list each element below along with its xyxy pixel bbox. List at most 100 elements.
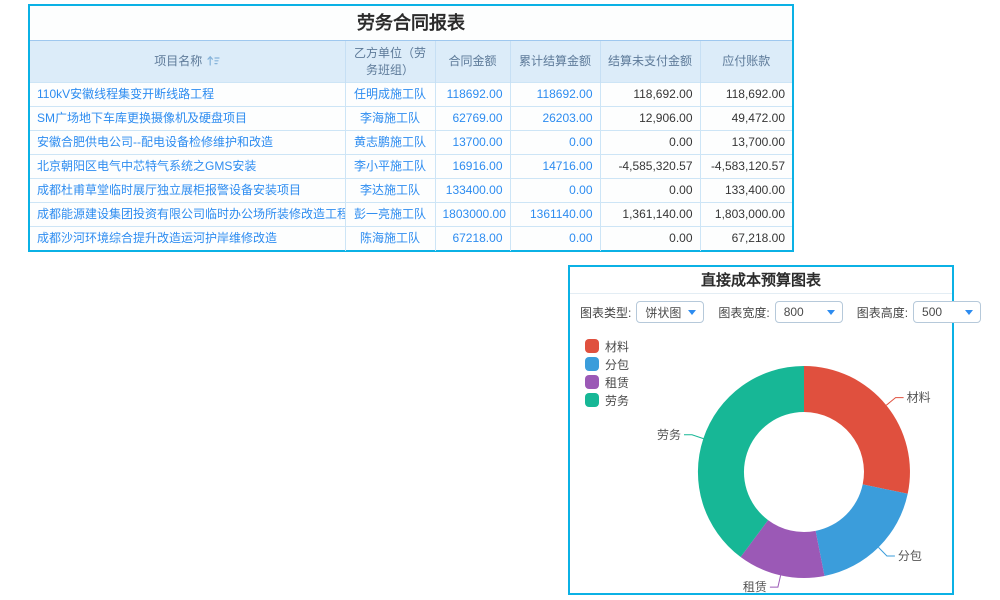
pie-slice-material[interactable] [804,366,910,494]
cell-unpaid-settlement: 0.00 [600,131,700,155]
pie-slice-subcontract[interactable] [816,484,908,576]
column-header-payable-amount: 应付账款 [700,41,792,83]
table-row: 成都能源建设集团投资有限公司临时办公场所装修改造工程EPC彭一亮施工队18030… [30,203,792,227]
column-header-settled-amount: 累计结算金额 [510,41,600,83]
cell-contractor-team: 彭一亮施工队 [345,203,435,227]
pie-label-subcontract: 分包 [898,549,922,563]
table-row: 成都杜甫草堂临时展厅独立展柜报警设备安装项目李达施工队133400.000.00… [30,179,792,203]
pie-label-labor: 劳务 [657,427,681,442]
cell-contract-amount: 118692.00 [435,83,510,107]
chart-type-select[interactable]: 饼状图 [636,301,704,323]
table-body: 110kV安徽线程集变开断线路工程任明成施工队118692.00118692.0… [30,83,792,251]
cell-contract-amount: 62769.00 [435,107,510,131]
cell-project-name[interactable]: 安徽合肥供电公司--配电设备检修维护和改造 [30,131,345,155]
cell-project-name[interactable]: 北京朝阳区电气中芯特气系统之GMS安装 [30,155,345,179]
chart-width-label: 图表宽度: [718,304,769,321]
cell-unpaid-settlement: -4,585,320.57 [600,155,700,179]
column-header-project-name[interactable]: 项目名称 [30,41,345,83]
chart-type-value: 饼状图 [645,304,681,321]
chart-height-label: 图表高度: [857,304,908,321]
legend-swatch [585,357,599,371]
chart-controls: 图表类型: 饼状图 图表宽度: 800 图表高度: 500 [580,300,981,324]
cell-settled-amount: 118692.00 [510,83,600,107]
chart-type-label: 图表类型: [580,304,631,321]
cell-settled-amount: 1361140.00 [510,203,600,227]
chart-height-select[interactable]: 500 [913,301,981,323]
chart-width-value: 800 [784,305,804,319]
legend-label: 租赁 [605,374,629,391]
cell-payable-amount: 1,803,000.00 [700,203,792,227]
legend-swatch [585,375,599,389]
table-header: 项目名称乙方单位（劳务班组） 合同金额 累计结算金额 结算未支付金额 应付账款 [30,41,792,83]
cell-unpaid-settlement: 1,361,140.00 [600,203,700,227]
chart-height-value: 500 [922,305,942,319]
cell-payable-amount: 49,472.00 [700,107,792,131]
cell-project-name[interactable]: SM广场地下车库更换摄像机及硬盘项目 [30,107,345,131]
legend-swatch [585,339,599,353]
cell-project-name[interactable]: 成都沙河环境综合提升改造运河护岸维修改造 [30,227,345,251]
pie-slice-labor[interactable] [698,366,804,557]
table-row: 成都沙河环境综合提升改造运河护岸维修改造陈海施工队67218.000.000.0… [30,227,792,251]
cell-contractor-team: 李达施工队 [345,179,435,203]
cell-contractor-team: 李海施工队 [345,107,435,131]
cell-contract-amount: 13700.00 [435,131,510,155]
column-header-contractor-team: 乙方单位（劳务班组） [345,41,435,83]
cell-payable-amount: 133,400.00 [700,179,792,203]
cell-unpaid-settlement: 0.00 [600,179,700,203]
cell-contractor-team: 任明成施工队 [345,83,435,107]
table-row: 安徽合肥供电公司--配电设备检修维护和改造黄志鹏施工队13700.000.000… [30,131,792,155]
table-row: SM广场地下车库更换摄像机及硬盘项目李海施工队62769.0026203.001… [30,107,792,131]
direct-cost-chart-panel: 直接成本预算图表 图表类型: 饼状图 图表宽度: 800 图表高度: 500 材… [568,265,954,595]
cell-project-name[interactable]: 成都杜甫草堂临时展厅独立展柜报警设备安装项目 [30,179,345,203]
chart-legend: 材料分包租赁劳务 [585,337,629,409]
column-header-label: 结算未支付金额 [608,54,692,68]
cell-contractor-team: 黄志鹏施工队 [345,131,435,155]
cell-payable-amount: 67,218.00 [700,227,792,251]
column-header-contract-amount: 合同金额 [435,41,510,83]
chart-width-select[interactable]: 800 [775,301,843,323]
column-header-unpaid-settlement: 结算未支付金额 [600,41,700,83]
column-header-label: 合同金额 [448,54,496,68]
cell-project-name[interactable]: 成都能源建设集团投资有限公司临时办公场所装修改造工程EPC [30,203,345,227]
cell-contractor-team: 李小平施工队 [345,155,435,179]
cell-unpaid-settlement: 118,692.00 [600,83,700,107]
pie-label-line [770,575,781,587]
cell-contract-amount: 16916.00 [435,155,510,179]
labor-contract-table: 项目名称乙方单位（劳务班组） 合同金额 累计结算金额 结算未支付金额 应付账款 110k… [30,40,792,251]
legend-item-material[interactable]: 材料 [585,337,629,355]
legend-item-subcontract[interactable]: 分包 [585,355,629,373]
pie-label-line [684,435,703,439]
column-header-label: 累计结算金额 [519,54,591,68]
table-header-row: 项目名称乙方单位（劳务班组） 合同金额 累计结算金额 结算未支付金额 应付账款 [30,41,792,83]
sort-icon[interactable] [207,55,220,66]
legend-label: 劳务 [605,392,629,409]
table-row: 110kV安徽线程集变开断线路工程任明成施工队118692.00118692.0… [30,83,792,107]
chevron-down-icon [827,310,835,315]
column-header-label: 应付账款 [722,54,770,68]
legend-label: 材料 [605,338,629,355]
cell-payable-amount: -4,583,120.57 [700,155,792,179]
column-header-label: 乙方单位（劳务班组） [354,46,426,76]
cell-contract-amount: 1803000.00 [435,203,510,227]
legend-item-labor[interactable]: 劳务 [585,391,629,409]
cell-project-name[interactable]: 110kV安徽线程集变开断线路工程 [30,83,345,107]
cell-payable-amount: 13,700.00 [700,131,792,155]
cell-settled-amount: 14716.00 [510,155,600,179]
pie-label-line [886,398,903,406]
chevron-down-icon [688,310,696,315]
cell-settled-amount: 0.00 [510,179,600,203]
pie-label-material: 材料 [907,391,931,405]
chevron-down-icon [965,310,973,315]
cell-settled-amount: 0.00 [510,227,600,251]
cell-contract-amount: 133400.00 [435,179,510,203]
legend-swatch [585,393,599,407]
cell-payable-amount: 118,692.00 [700,83,792,107]
labor-contract-report-panel: 劳务合同报表 项目名称乙方单位（劳务班组） 合同金额 累计结算金额 结算未支付金额 应付… [28,4,794,252]
legend-item-lease[interactable]: 租赁 [585,373,629,391]
cell-contract-amount: 67218.00 [435,227,510,251]
pie-label-lease: 租赁 [743,580,767,593]
report-title: 劳务合同报表 [30,6,792,40]
table-row: 北京朝阳区电气中芯特气系统之GMS安装李小平施工队16916.0014716.0… [30,155,792,179]
pie-label-line [879,547,895,556]
cell-settled-amount: 0.00 [510,131,600,155]
